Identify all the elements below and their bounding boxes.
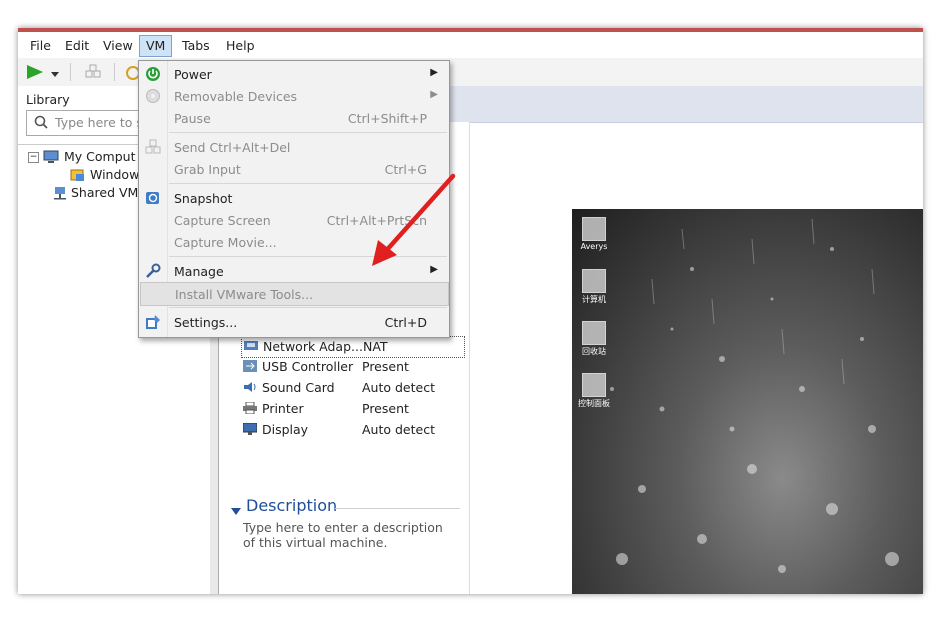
device-value: Present [362,359,409,374]
desktop-user-folder-icon[interactable] [582,217,606,241]
menu-item-install-vmware-tools[interactable]: Install VMware Tools... [140,282,449,306]
library-search-placeholder: Type here to s [55,115,143,130]
menu-separator [169,256,447,257]
device-row-network[interactable]: Network Adap... NAT [241,336,465,358]
search-icon [34,115,48,132]
menu-item-label: Settings... [174,315,238,330]
desktop-control-panel-icon[interactable] [582,373,606,397]
tree-label-my-computer: My Comput [64,149,136,164]
wrench-icon [145,263,161,279]
device-name: Display [262,422,309,437]
description-heading: Description [246,496,338,515]
vm-screen-preview[interactable]: Averys 计算机 回收站 控制面板 [572,209,923,594]
disc-icon [145,88,161,104]
library-title: Library [26,92,70,107]
power-icon [145,66,161,82]
tree-label-shared-vms: Shared VMs [71,185,145,200]
menu-item-shortcut: Ctrl+D [384,315,427,330]
menu-item-label: Snapshot [174,191,233,206]
menu-item-removable-devices[interactable]: Removable Devices ▶ [140,85,447,107]
device-name: Sound Card [262,380,335,395]
menu-separator [169,183,447,184]
description-divider [335,508,460,509]
device-value: Auto detect [362,422,435,437]
desktop-icon-label: Averys [580,242,608,251]
desktop-recycle-bin-icon[interactable] [582,321,606,345]
device-name: Printer [262,401,304,416]
menu-separator [169,132,447,133]
computer-icon [43,150,59,167]
device-name: USB Controller [262,359,354,374]
display-icon [242,422,258,435]
menu-item-label: Grab Input [174,162,241,177]
device-name: Network Adap... [263,339,363,354]
submenu-arrow-icon: ▶ [430,67,438,78]
device-row-usb[interactable]: USB Controller Present [241,357,463,377]
menu-item-capture-screen[interactable]: Capture Screen Ctrl+Alt+PrtScn [140,209,447,231]
snapshot-icon [145,190,161,206]
menu-view[interactable]: View [97,36,139,56]
play-dropdown-icon[interactable] [50,67,60,82]
device-value: NAT [363,339,388,354]
desktop-icon-label: 控制面板 [578,399,610,408]
play-icon[interactable] [26,64,44,83]
vm-dropdown-menu: Power ▶ Removable Devices ▶ Pause Ctrl+S… [138,60,450,338]
desktop-icon-label: 计算机 [582,295,606,304]
device-value: Present [362,401,409,416]
collapse-icon[interactable]: − [28,152,39,163]
menu-item-shortcut: Ctrl+Alt+PrtScn [326,213,427,228]
device-value: Auto detect [362,380,435,395]
menu-tabs[interactable]: Tabs [176,36,216,56]
menu-item-pause[interactable]: Pause Ctrl+Shift+P [140,107,447,129]
device-row-sound[interactable]: Sound Card Auto detect [241,378,463,398]
network-adapter-icon [244,340,258,352]
menu-item-manage[interactable]: Manage ▶ [140,260,447,282]
printer-icon [243,401,257,415]
menubar: File Edit View VM Tabs Help [18,32,923,58]
menu-item-shortcut: Ctrl+Shift+P [347,111,427,126]
menu-item-snapshot[interactable]: Snapshot [140,187,447,209]
menu-vm[interactable]: VM [139,35,173,57]
menu-item-power[interactable]: Power ▶ [140,63,447,85]
device-row-display[interactable]: Display Auto detect [241,420,463,440]
tree-label-windows: Window [90,167,140,182]
collapse-triangle-icon[interactable] [231,504,241,519]
speaker-icon [243,381,257,393]
submenu-arrow-icon: ▶ [430,264,438,275]
settings-icon [145,314,161,330]
network-icon [145,139,161,155]
submenu-arrow-icon: ▶ [430,89,438,100]
menu-item-label: Capture Screen [174,213,271,228]
menu-help[interactable]: Help [220,36,261,56]
toolbar-divider [114,63,115,81]
vm-icon [70,168,86,185]
menu-item-shortcut: Ctrl+G [384,162,427,177]
menu-separator [169,307,447,308]
device-row-printer[interactable]: Printer Present [241,399,463,419]
rain-texture [610,218,899,573]
toolbar-divider [70,63,71,81]
menu-item-settings[interactable]: Settings... Ctrl+D [140,311,447,333]
description-text[interactable]: Type here to enter a description of this… [243,520,458,550]
desktop-icon-label: 回收站 [582,347,606,356]
menu-item-label: Power [174,67,212,82]
usb-icon [243,360,257,372]
menu-item-label: Removable Devices [174,89,298,104]
menu-edit[interactable]: Edit [59,36,95,56]
menu-item-grab-input[interactable]: Grab Input Ctrl+G [140,158,447,180]
menu-item-label: Send Ctrl+Alt+Del [174,140,291,155]
shared-vms-icon [52,186,68,203]
menu-item-label: Install VMware Tools... [175,287,314,302]
menu-item-label: Pause [174,111,211,126]
desktop-computer-icon[interactable] [582,269,606,293]
menu-item-capture-movie[interactable]: Capture Movie... [140,231,447,253]
menu-item-label: Capture Movie... [174,235,277,250]
send-ctrl-alt-del-icon[interactable] [84,63,102,84]
menu-file[interactable]: File [24,36,57,56]
menu-item-label: Manage [174,264,224,279]
menu-item-send-ctrl-alt-del[interactable]: Send Ctrl+Alt+Del [140,136,447,158]
